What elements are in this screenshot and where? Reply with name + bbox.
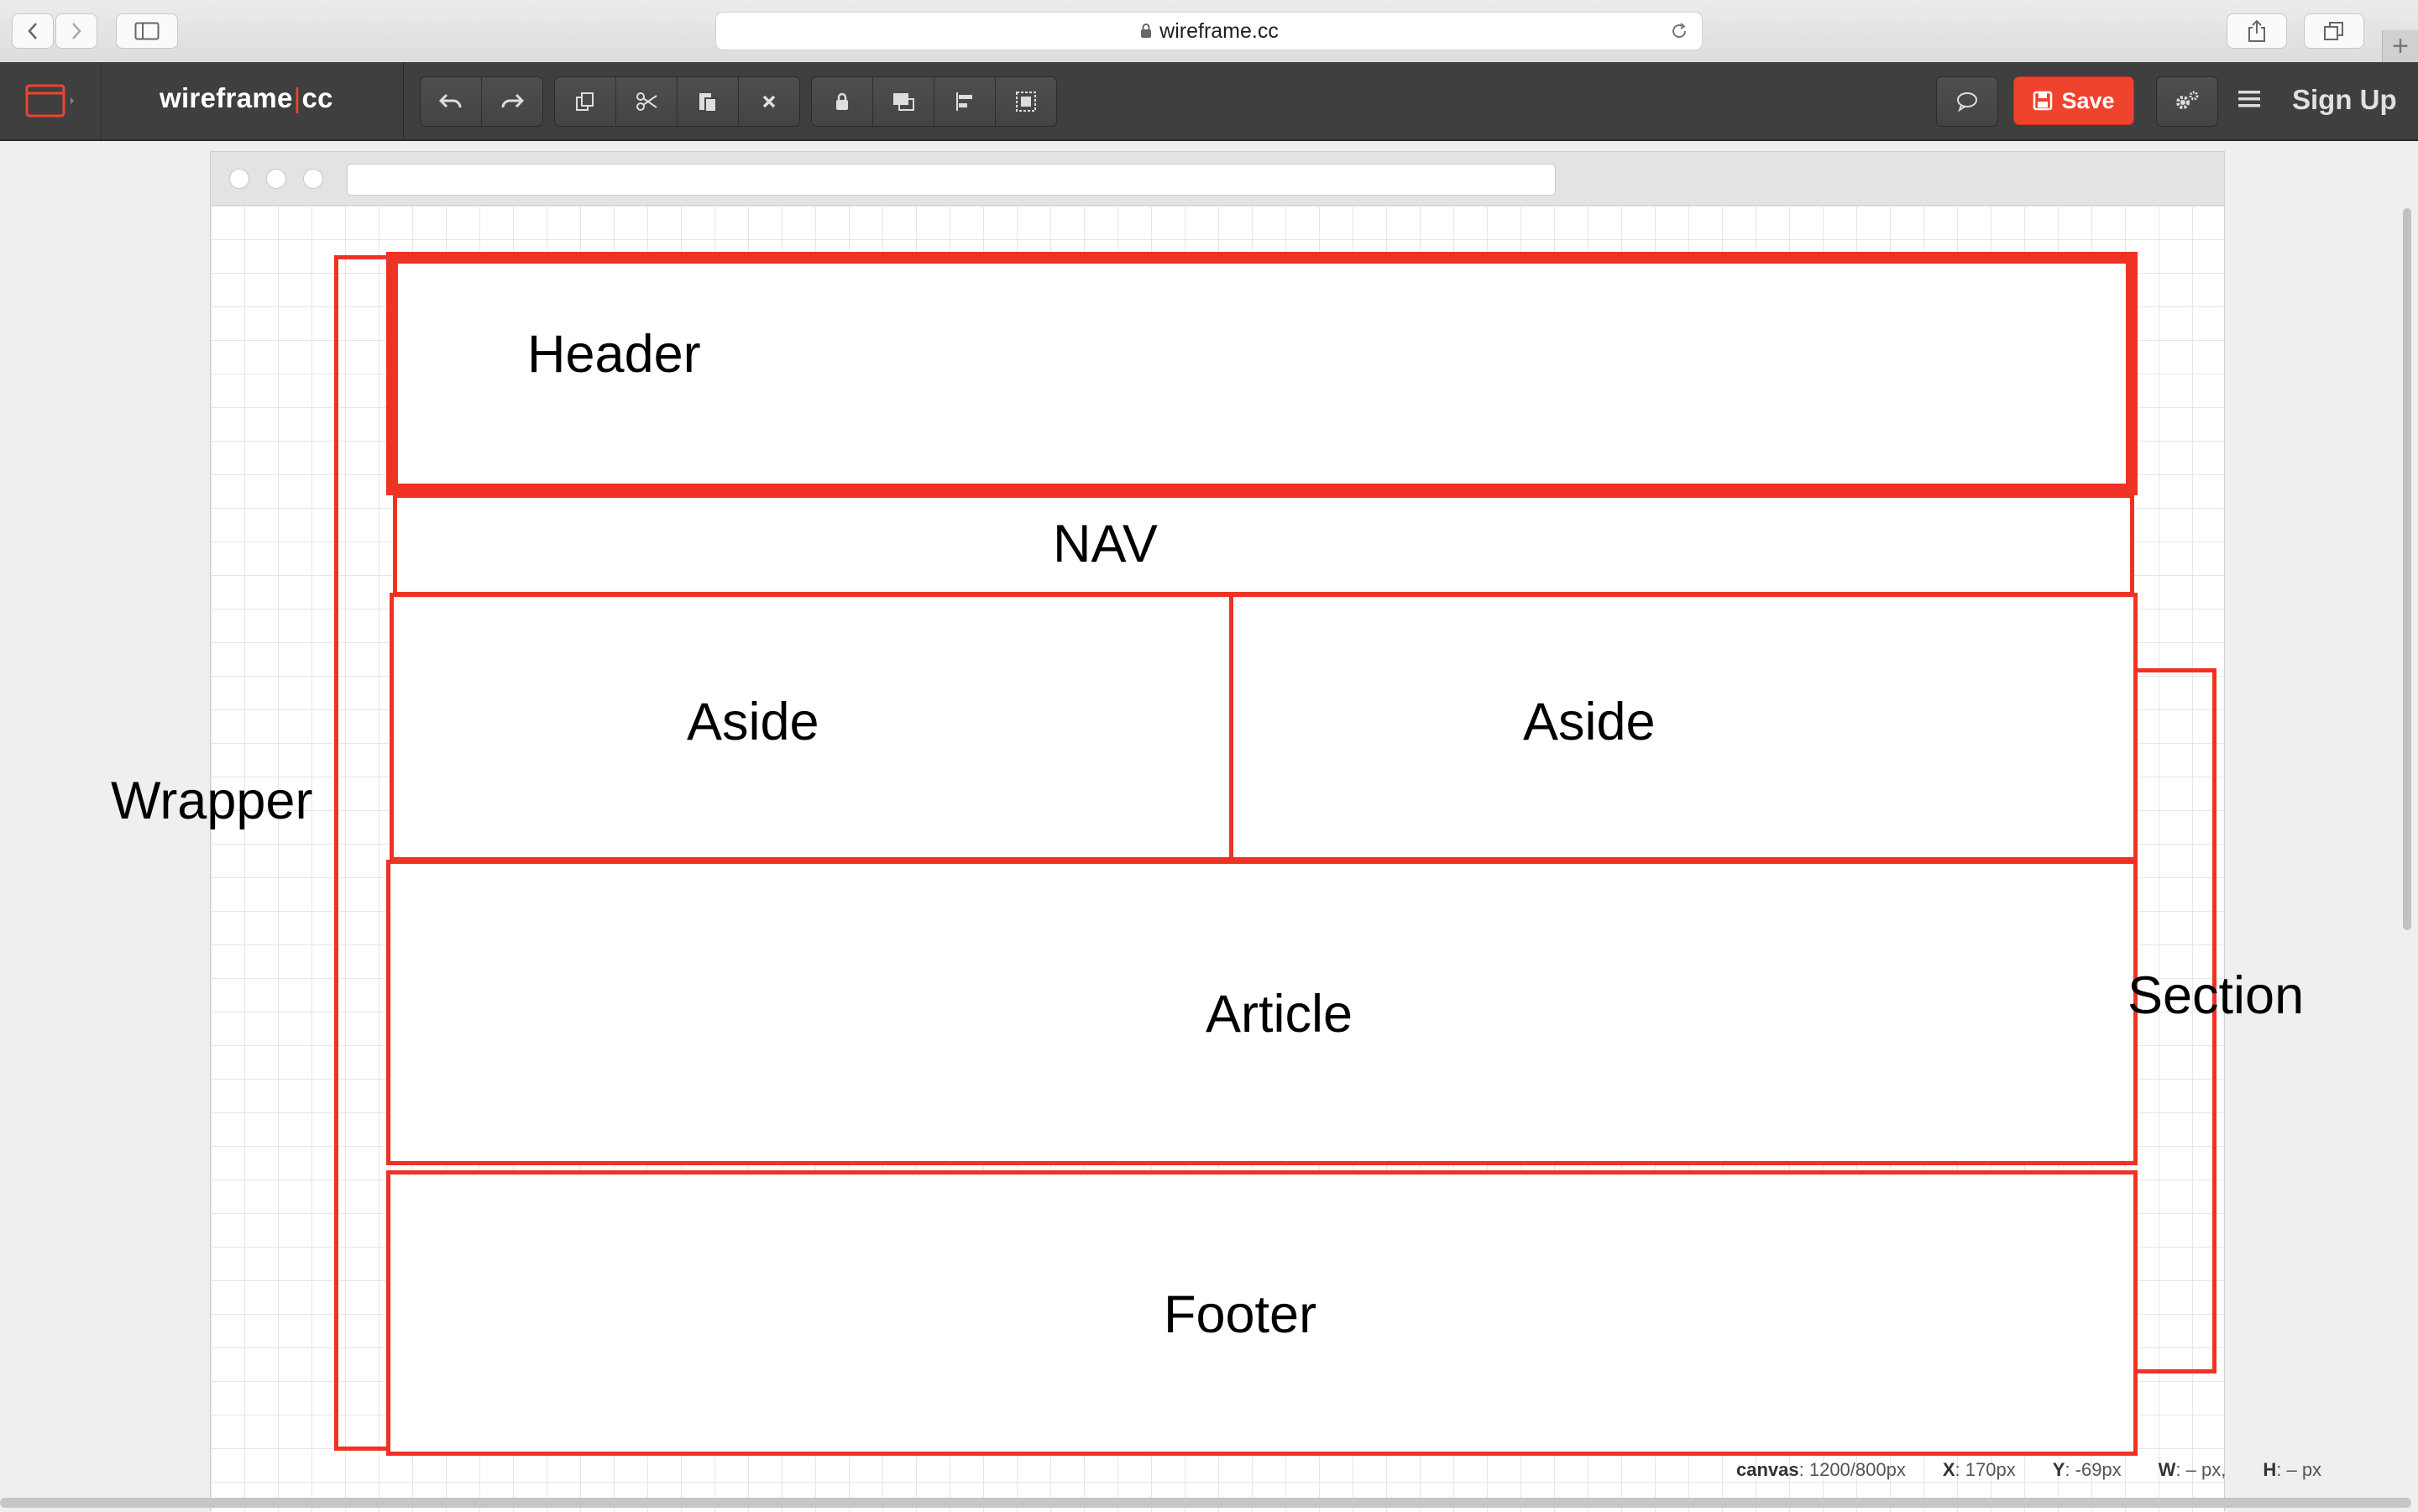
- wrapper-label: Wrapper: [111, 772, 313, 830]
- redo-button[interactable]: [482, 77, 542, 126]
- footer-label: Footer: [1164, 1285, 1317, 1344]
- nav-box[interactable]: [393, 494, 2134, 596]
- sign-up-link[interactable]: Sign Up: [2292, 84, 2397, 116]
- arrange-group: [811, 76, 1057, 127]
- brand-separator: |: [293, 82, 301, 113]
- vertical-scrollbar[interactable]: [2403, 208, 2411, 930]
- share-button[interactable]: [2227, 13, 2287, 49]
- window-dot: [266, 169, 286, 189]
- sidebar-icon: [134, 22, 160, 40]
- canvas-size-label: canvas: [1736, 1459, 1799, 1480]
- comment-button[interactable]: [1936, 76, 1998, 127]
- group-icon: [1016, 92, 1036, 112]
- cut-icon: [636, 92, 657, 111]
- canvas-size-value: : 1200/800px: [1798, 1459, 1906, 1480]
- undo-icon: [438, 93, 462, 108]
- bring-front-icon: [893, 93, 914, 111]
- paste-icon: [699, 93, 717, 112]
- x-label: X: [1942, 1459, 1955, 1480]
- header-label: Header: [527, 325, 701, 384]
- y-label: Y: [2052, 1459, 2065, 1480]
- back-button[interactable]: [12, 13, 54, 49]
- bring-front-button[interactable]: [873, 77, 934, 126]
- sidebar-toggle-button[interactable]: [116, 13, 178, 49]
- brand-logo[interactable]: wireframe|cc: [160, 82, 333, 114]
- w-value: : – px,: [2175, 1459, 2227, 1480]
- aside-right-label: Aside: [1523, 693, 1656, 751]
- logo-icon: [25, 84, 74, 118]
- window-dot: [303, 169, 323, 189]
- reload-icon[interactable]: [1668, 20, 1690, 48]
- chevron-left-icon: [28, 23, 37, 39]
- copy-button[interactable]: [555, 77, 616, 126]
- save-label: Save: [2061, 87, 2115, 113]
- y-value: : -69px: [2065, 1459, 2122, 1480]
- settings-icon: [2176, 91, 2199, 109]
- lock-icon: [1139, 23, 1153, 39]
- paste-button[interactable]: [678, 77, 739, 126]
- menu-icon[interactable]: [2237, 87, 2262, 115]
- mock-url-field[interactable]: [347, 164, 1556, 196]
- brand-name: wireframe: [160, 82, 293, 113]
- status-bar: canvas: 1200/800px X: 170px Y: -69px W: – p…: [1736, 1459, 2321, 1481]
- align-button[interactable]: [934, 77, 996, 126]
- aside-right-box[interactable]: [1229, 593, 2138, 861]
- divider: [403, 62, 404, 139]
- x-value: : 170px: [1955, 1459, 2016, 1480]
- article-label: Article: [1206, 985, 1353, 1044]
- wrapper-bracket[interactable]: [334, 255, 386, 1451]
- chevron-right-icon: [72, 23, 81, 39]
- plus-icon: +: [2392, 29, 2409, 62]
- floppy-disk-icon: [2033, 91, 2053, 111]
- undo-button[interactable]: [421, 77, 482, 126]
- edit-group: [554, 76, 800, 127]
- delete-icon: [762, 95, 776, 108]
- brand-suffix: cc: [301, 82, 333, 113]
- address-bar[interactable]: wireframe.cc: [715, 12, 1703, 50]
- app-toolbar: wireframe|cc Save Sign Up: [0, 62, 2418, 141]
- cut-button[interactable]: [616, 77, 678, 126]
- redo-icon: [501, 93, 525, 108]
- mock-browser-bar: [211, 152, 2224, 206]
- history-group: [420, 76, 543, 127]
- lock-button[interactable]: [812, 77, 873, 126]
- settings-button[interactable]: [2156, 76, 2218, 127]
- nav-label: NAV: [1053, 515, 1158, 573]
- align-icon: [956, 92, 972, 111]
- h-value: : – px: [2276, 1459, 2322, 1480]
- copy-icon: [576, 92, 594, 111]
- delete-button[interactable]: [739, 77, 799, 126]
- address-url: wireframe.cc: [1159, 18, 1279, 43]
- browser-toolbar: wireframe.cc +: [0, 0, 2418, 63]
- tabs-icon: [2324, 22, 2343, 40]
- aside-left-label: Aside: [687, 693, 819, 751]
- forward-button[interactable]: [55, 13, 97, 49]
- share-icon: [2248, 19, 2265, 42]
- tabs-button[interactable]: [2304, 13, 2364, 49]
- h-label: H: [2263, 1459, 2277, 1480]
- comment-icon: [1957, 92, 1977, 112]
- horizontal-scrollbar[interactable]: [0, 1498, 2411, 1508]
- save-button[interactable]: Save: [2013, 76, 2134, 125]
- group-button[interactable]: [996, 77, 1056, 126]
- lock-icon: [836, 92, 848, 110]
- section-label: Section: [2128, 966, 2305, 1025]
- window-dot: [229, 169, 249, 189]
- w-label: W: [2158, 1459, 2176, 1480]
- new-tab-button[interactable]: +: [2382, 30, 2418, 62]
- app-menu-button[interactable]: [0, 62, 102, 139]
